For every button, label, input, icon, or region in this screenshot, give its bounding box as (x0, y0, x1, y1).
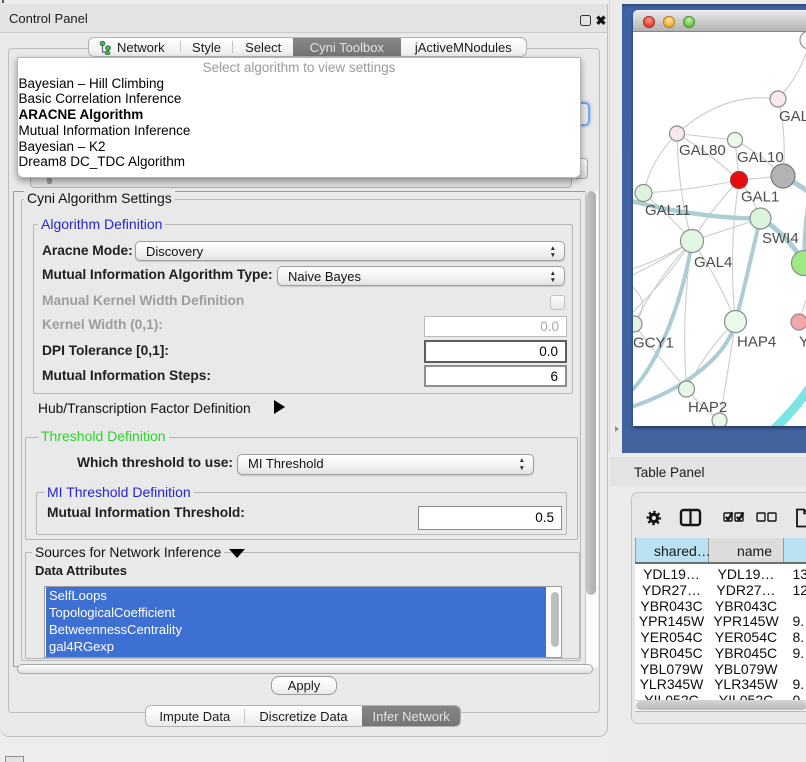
svg-text:GAL11: GAL11 (645, 202, 691, 219)
svg-text:HAP4: HAP4 (737, 334, 776, 351)
svg-text:GAL7: GAL7 (779, 108, 806, 125)
svg-text:GCY1: GCY1 (633, 335, 674, 352)
svg-text:GAL1: GAL1 (741, 189, 779, 206)
svg-text:SWI4: SWI4 (762, 230, 799, 247)
svg-text:GAL80: GAL80 (679, 142, 726, 159)
svg-text:HAP2: HAP2 (688, 399, 727, 416)
svg-text:GAL10: GAL10 (737, 149, 784, 166)
svg-text:GAL4: GAL4 (694, 254, 732, 271)
svg-text:Y: Y (799, 334, 806, 351)
